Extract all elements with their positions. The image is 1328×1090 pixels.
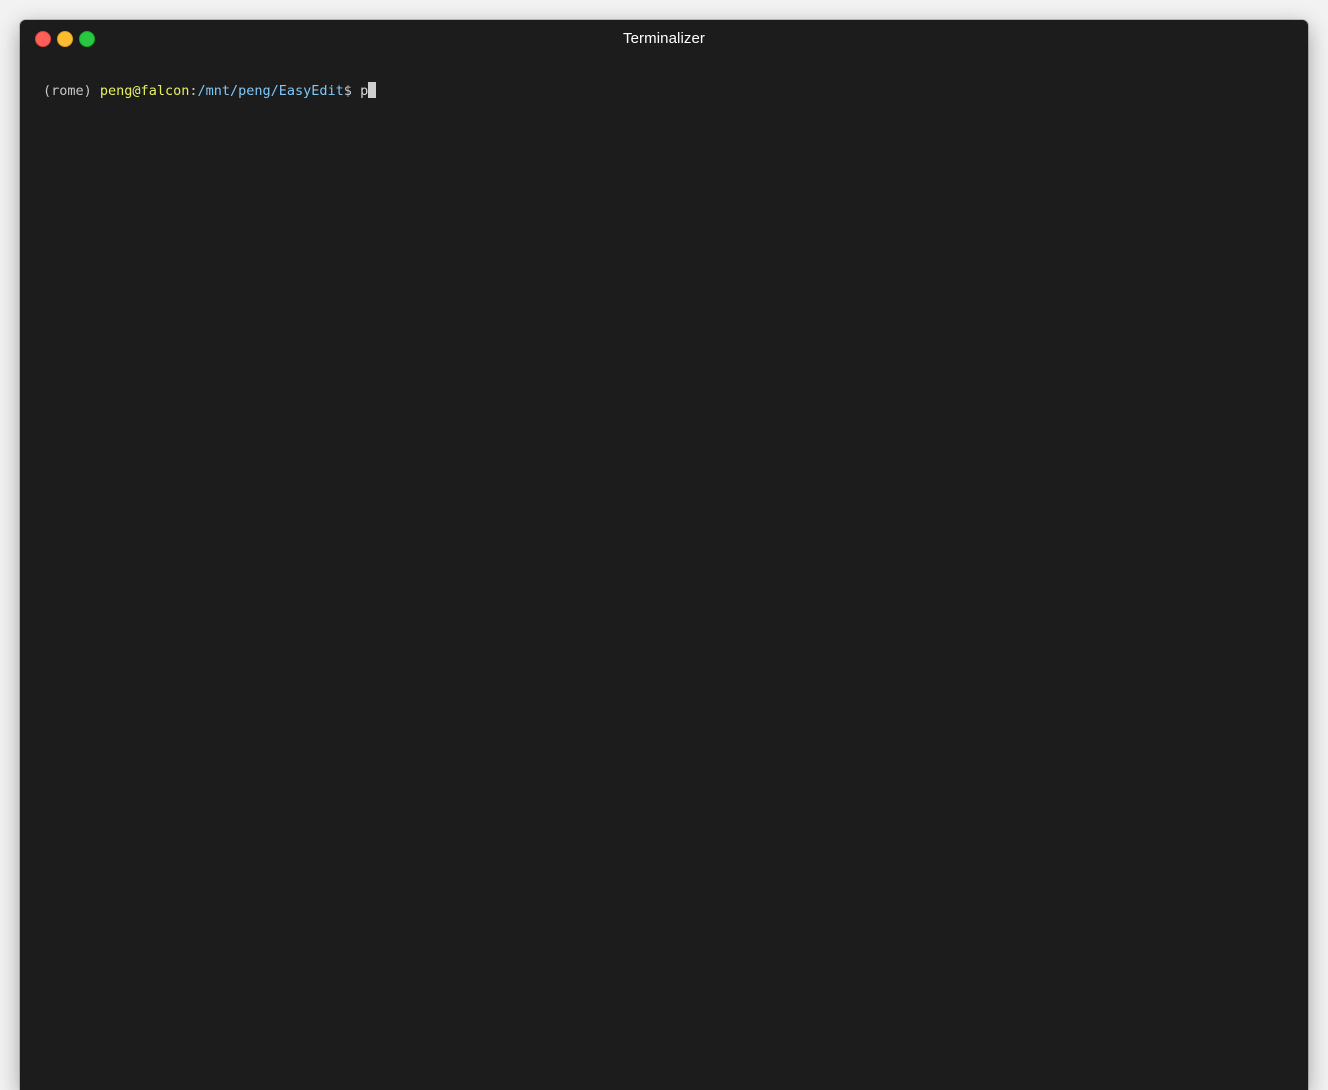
window-title: Terminalizer bbox=[622, 30, 706, 47]
prompt-env: (rome) bbox=[43, 83, 92, 99]
text-cursor bbox=[368, 82, 377, 98]
command-input[interactable]: p bbox=[360, 83, 368, 99]
terminal-output[interactable]: (rome) peng@falcon:/mnt/peng/EasyEdit$ p bbox=[20, 58, 1308, 1090]
prompt-userhost: peng@falcon bbox=[99, 83, 190, 99]
prompt-line: (rome) peng@falcon:/mnt/peng/EasyEdit$ p bbox=[43, 82, 1308, 100]
terminal-window: Terminalizer (rome) peng@falcon:/mnt/pen… bbox=[20, 20, 1308, 1090]
title-bar[interactable]: Terminalizer bbox=[20, 20, 1308, 58]
prompt-path: /mnt/peng/EasyEdit bbox=[197, 83, 344, 99]
prompt-symbol: $ bbox=[343, 83, 352, 99]
